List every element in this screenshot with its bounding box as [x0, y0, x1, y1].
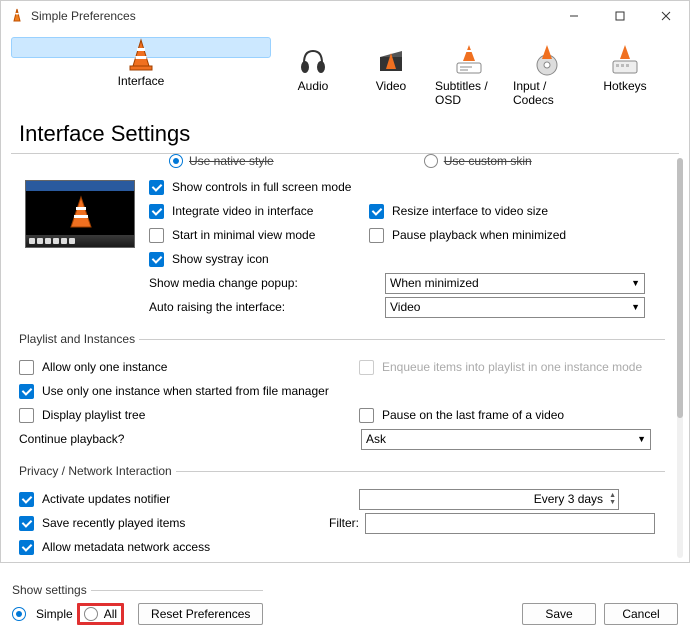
- chk-pause-last-frame[interactable]: [359, 408, 374, 423]
- keyboard-icon: [610, 43, 640, 77]
- save-button[interactable]: Save: [522, 603, 596, 625]
- window-title: Simple Preferences: [31, 9, 551, 23]
- maximize-button[interactable]: [597, 1, 643, 31]
- headphones-icon: [298, 43, 328, 77]
- chk-updates[interactable]: [19, 492, 34, 507]
- prefs-tabs: Interface Audio Video Subtitles / OSD In…: [1, 31, 689, 113]
- chk-metadata[interactable]: [19, 540, 34, 555]
- chk-minimal-view[interactable]: [149, 228, 164, 243]
- footer: Show settings Simple All Reset Preferenc…: [0, 562, 690, 635]
- chk-enqueue: [359, 360, 374, 375]
- group-privacy: Privacy / Network Interaction Activate u…: [19, 464, 665, 560]
- chk-one-instance[interactable]: [19, 360, 34, 375]
- spin-update-freq[interactable]: Every 3 days▲▼: [359, 489, 619, 510]
- chk-resize-interface[interactable]: [369, 204, 384, 219]
- lbl-auto-raise: Auto raising the interface:: [149, 300, 385, 314]
- scrollbar-thumb[interactable]: [677, 158, 683, 418]
- tab-subtitles[interactable]: Subtitles / OSD: [433, 37, 505, 113]
- chk-playlist-tree[interactable]: [19, 408, 34, 423]
- chk-systray[interactable]: [149, 252, 164, 267]
- highlight-all: All: [77, 603, 124, 625]
- select-media-popup[interactable]: When minimized▼: [385, 273, 645, 294]
- tab-video[interactable]: Video: [355, 37, 427, 113]
- tab-audio[interactable]: Audio: [277, 37, 349, 113]
- chk-recent-items[interactable]: [19, 516, 34, 531]
- group-show-settings: Show settings Simple All Reset Preferenc…: [12, 583, 263, 625]
- page-title: Interface Settings: [1, 113, 689, 153]
- titlebar: Simple Preferences: [1, 1, 689, 31]
- scroll-area: Use native style Use custom skin Show co…: [5, 154, 685, 568]
- chk-pause-minimized[interactable]: [369, 228, 384, 243]
- clapper-icon: [376, 43, 406, 77]
- radio-custom-skin[interactable]: Use custom skin: [424, 154, 532, 168]
- input-filter[interactable]: [365, 513, 655, 534]
- minimize-button[interactable]: [551, 1, 597, 31]
- group-playlist: Playlist and Instances Allow only one in…: [19, 332, 665, 452]
- app-icon: [9, 8, 25, 24]
- chk-one-from-fm[interactable]: [19, 384, 34, 399]
- radio-native-style[interactable]: Use native style: [169, 154, 274, 168]
- reset-preferences-button[interactable]: Reset Preferences: [138, 603, 263, 625]
- cone-icon: [126, 38, 156, 72]
- chk-show-controls[interactable]: [149, 180, 164, 195]
- disc-icon: [532, 43, 562, 77]
- chk-integrate-video[interactable]: [149, 204, 164, 219]
- lbl-media-popup: Show media change popup:: [149, 276, 385, 290]
- radio-all[interactable]: [84, 607, 98, 621]
- radio-simple[interactable]: [12, 607, 26, 621]
- preview-thumbnail: [25, 180, 135, 248]
- tab-input-codecs[interactable]: Input / Codecs: [511, 37, 583, 113]
- lbl-filter: Filter:: [319, 516, 359, 530]
- select-continue-playback[interactable]: Ask▼: [361, 429, 651, 450]
- cancel-button[interactable]: Cancel: [604, 603, 678, 625]
- close-button[interactable]: [643, 1, 689, 31]
- tab-hotkeys[interactable]: Hotkeys: [589, 37, 661, 113]
- subtitles-icon: [454, 43, 484, 77]
- select-auto-raise[interactable]: Video▼: [385, 297, 645, 318]
- tab-interface[interactable]: Interface: [11, 37, 271, 58]
- lbl-continue-playback: Continue playback?: [19, 432, 361, 446]
